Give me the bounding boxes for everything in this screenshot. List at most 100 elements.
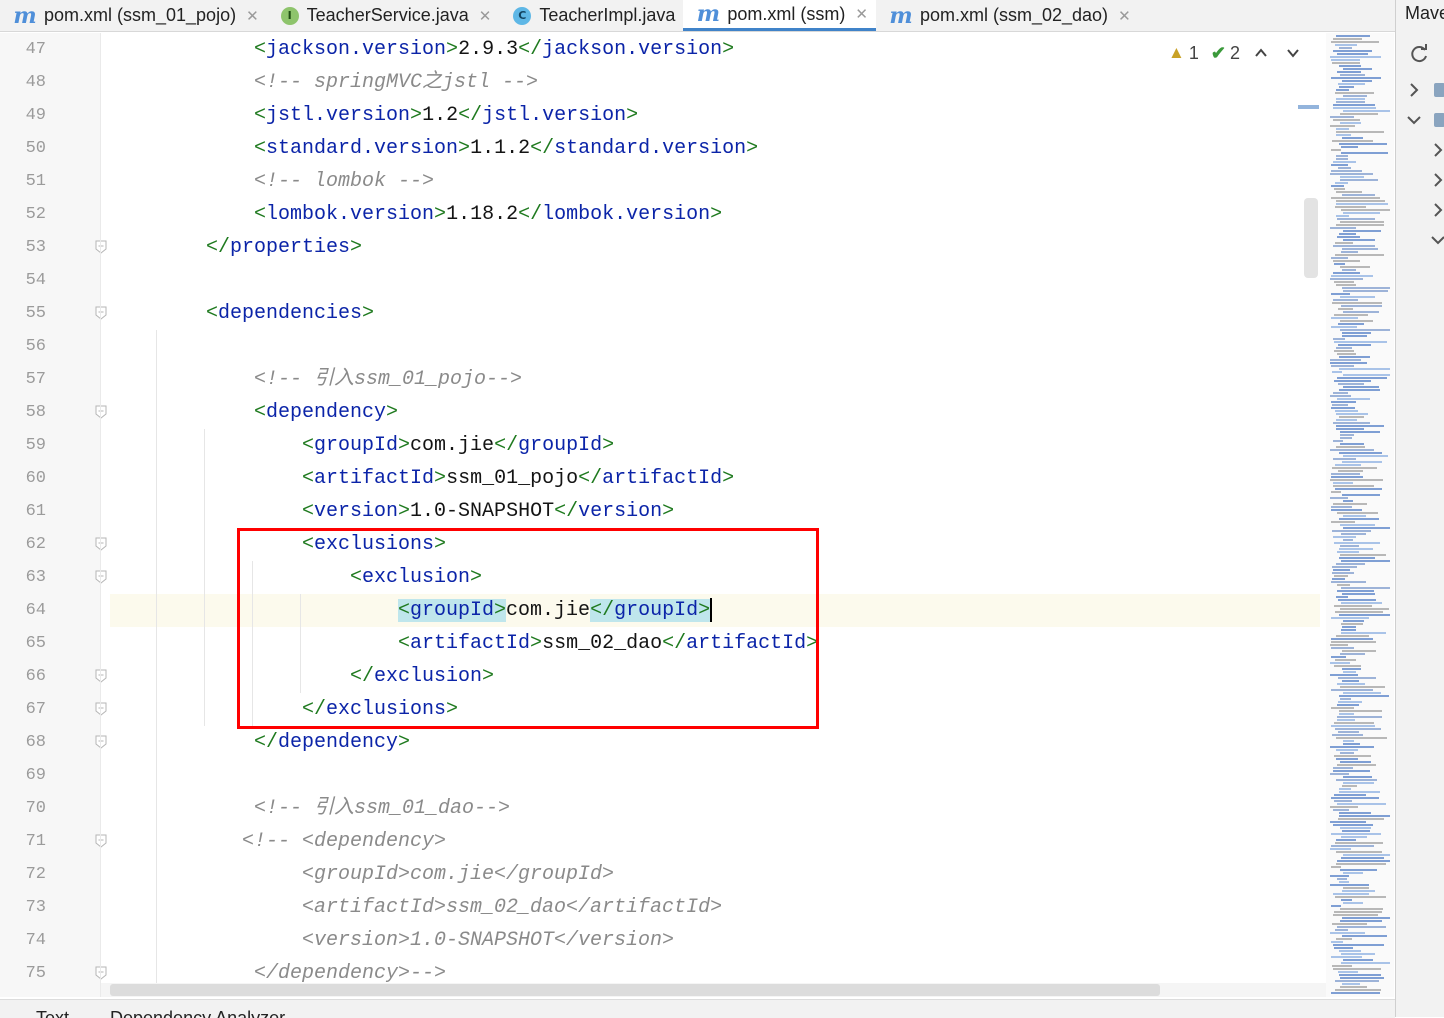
code-line[interactable]: <groupId>com.jie</groupId> (302, 429, 614, 462)
code-line[interactable]: </properties> (206, 231, 362, 264)
minimap-line (1341, 629, 1356, 631)
minimap-line (1340, 176, 1364, 178)
minimap-line (1330, 821, 1366, 823)
minimap-line (1331, 797, 1379, 799)
vertical-scrollbar-thumb[interactable] (1304, 198, 1318, 278)
fold-marker-icon[interactable] (95, 570, 107, 584)
minimap-line (1337, 683, 1365, 685)
fold-marker-icon[interactable] (95, 537, 107, 551)
tab-4[interactable]: m pom.xml (ssm_02_dao) ✕ (876, 0, 1139, 31)
class-icon: C (513, 6, 532, 25)
code-token: dependency (266, 401, 387, 424)
code-editor[interactable]: <jackson.version>2.9.3</jackson.version>… (110, 33, 1320, 997)
fold-marker-icon[interactable] (95, 834, 107, 848)
refresh-icon[interactable] (1408, 43, 1430, 65)
tab-label: TeacherImpl.java (539, 5, 676, 25)
tab-0[interactable]: m pom.xml (ssm_01_pojo) ✕ (0, 0, 267, 31)
fold-marker-icon[interactable] (95, 966, 107, 980)
line-number: 70 (25, 799, 46, 818)
code-line[interactable]: <!-- lombok --> (254, 165, 434, 198)
code-line[interactable]: <jstl.version>1.2</jstl.version> (254, 99, 638, 132)
maven-tree-row[interactable] (1396, 136, 1444, 164)
maven-tree-row[interactable] (1396, 76, 1444, 104)
minimap-line (1341, 587, 1390, 589)
chevron-down-icon[interactable] (1406, 112, 1422, 128)
minimap-line (1337, 764, 1376, 766)
minimap-line (1343, 515, 1366, 517)
tab-1[interactable]: I TeacherService.java ✕ (267, 0, 500, 31)
minimap-line (1331, 506, 1352, 508)
minimap-line (1340, 437, 1352, 439)
code-line[interactable]: <lombok.version>1.18.2</lombok.version> (254, 198, 722, 231)
minimap-line (1330, 173, 1373, 175)
minimap-line (1334, 605, 1372, 607)
code-line[interactable]: <groupId>com.jie</groupId> (302, 858, 614, 891)
chevron-right-icon[interactable] (1430, 172, 1444, 188)
maven-tree-row[interactable] (1396, 106, 1444, 134)
code-line[interactable]: <artifactId>ssm_01_pojo</artifactId> (302, 462, 734, 495)
editor-gutter[interactable]: 47 48 49 50 51 52 53 54 55 56 57 58 59 60 61 62 63 64 65 66… (0, 33, 107, 997)
code-line[interactable]: <version>1.0-SNAPSHOT</version> (302, 924, 674, 957)
fold-marker-icon[interactable] (95, 735, 107, 749)
chevron-right-icon[interactable] (1430, 202, 1444, 218)
inspection-widget[interactable]: ▲ 1 ✔ 2 (1168, 40, 1304, 66)
maven-tree-row[interactable] (1396, 166, 1444, 194)
minimap-line (1334, 947, 1353, 949)
previous-highlight-button[interactable] (1250, 42, 1272, 64)
code-line[interactable]: <artifactId>ssm_02_dao</artifactId> (302, 891, 722, 924)
close-icon[interactable]: ✕ (246, 7, 259, 25)
minimap-line (1331, 407, 1355, 409)
code-line[interactable]: <dependency> (254, 396, 398, 429)
minimap-line (1337, 53, 1368, 55)
maven-tree-row[interactable] (1396, 226, 1444, 254)
code-token: <!-- lombok --> (254, 170, 435, 193)
close-icon[interactable]: ✕ (855, 5, 868, 23)
minimap-line (1331, 164, 1348, 166)
minimap-line (1338, 167, 1351, 169)
close-icon[interactable]: ✕ (479, 7, 492, 25)
fold-marker-icon[interactable] (95, 669, 107, 683)
chevron-right-icon[interactable] (1430, 142, 1444, 158)
horizontal-scrollbar-thumb[interactable] (110, 984, 1160, 996)
line-number: 54 (25, 271, 46, 290)
close-icon[interactable]: ✕ (1118, 7, 1131, 25)
code-line[interactable]: </dependency> (254, 726, 410, 759)
next-highlight-button[interactable] (1282, 42, 1304, 64)
minimap-line (1335, 242, 1353, 244)
fold-marker-icon[interactable] (95, 240, 107, 254)
maven-tool-window: Mave (1395, 0, 1444, 1017)
chevron-down-icon[interactable] (1430, 232, 1444, 248)
minimap-line (1341, 632, 1386, 634)
tab-2[interactable]: C TeacherImpl.java (499, 0, 683, 31)
minimap-line (1330, 449, 1374, 451)
minimap-line (1331, 197, 1380, 199)
code-line[interactable]: <standard.version>1.1.2</standard.versio… (254, 132, 758, 165)
weak-warning-count: 2 (1229, 42, 1240, 63)
fold-marker-icon[interactable] (95, 405, 107, 419)
minimap-line (1333, 299, 1358, 301)
fold-marker-icon[interactable] (95, 702, 107, 716)
line-number: 67 (25, 700, 46, 719)
code-token: < (302, 500, 315, 523)
code-line[interactable]: <jackson.version>2.9.3</jackson.version> (254, 33, 734, 66)
code-line[interactable]: <!-- 引入ssm_01_pojo--> (254, 363, 522, 396)
code-minimap[interactable] (1326, 33, 1394, 997)
code-line[interactable]: <!-- 引入ssm_01_dao--> (254, 792, 510, 825)
code-line[interactable]: <version>1.0-SNAPSHOT</version> (302, 495, 674, 528)
tab-3[interactable]: m pom.xml (ssm) ✕ (683, 0, 876, 31)
minimap-line (1330, 359, 1361, 361)
minimap-line (1336, 284, 1356, 286)
code-line[interactable]: <dependencies> (206, 297, 374, 330)
fold-marker-icon[interactable] (95, 306, 107, 320)
minimap-line (1341, 899, 1352, 901)
code-line[interactable]: <!-- springMVC之jstl --> (254, 66, 538, 99)
minimap-line (1335, 842, 1383, 844)
code-line[interactable]: <!-- <dependency> (242, 825, 446, 858)
maven-panel-title[interactable]: Mave (1405, 3, 1444, 24)
minimap-line (1331, 689, 1373, 691)
minimap-line (1330, 773, 1349, 775)
maven-tree-row[interactable] (1396, 196, 1444, 224)
chevron-right-icon[interactable] (1406, 82, 1422, 98)
code-token: > (446, 38, 459, 61)
minimap-line (1341, 953, 1375, 955)
